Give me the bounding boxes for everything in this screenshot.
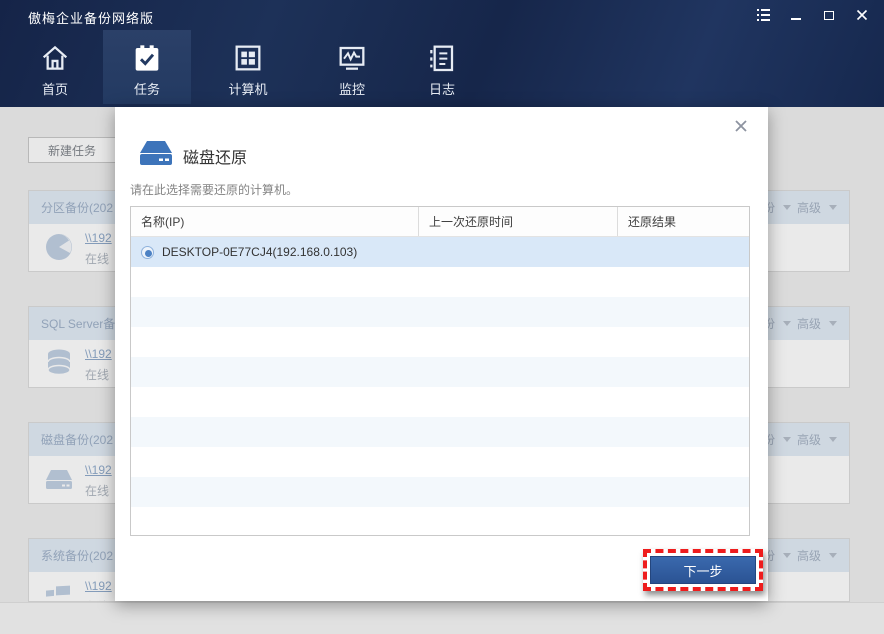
table-row-empty	[131, 507, 749, 537]
tasks-icon	[131, 42, 163, 74]
window-controls	[755, 7, 870, 23]
column-header-last-restore-time: 上一次还原时间	[418, 207, 617, 236]
logs-icon	[426, 42, 458, 74]
table-row-empty	[131, 387, 749, 417]
nav-item-tasks[interactable]: 任务	[103, 30, 191, 104]
nav-label: 计算机	[228, 79, 267, 98]
close-button[interactable]	[854, 7, 870, 23]
window-title: 傲梅企业备份网络版	[28, 8, 154, 27]
computers-table: 名称(IP) 上一次还原时间 还原结果 DESKTOP-0E77CJ4(192.…	[130, 206, 750, 536]
minimize-button[interactable]	[788, 7, 804, 23]
nav-item-home[interactable]: 首页	[11, 30, 99, 104]
nav-item-monitoring[interactable]: 监控	[308, 30, 396, 104]
table-row-empty	[131, 357, 749, 387]
table-row-empty	[131, 447, 749, 477]
monitor-icon	[336, 42, 368, 74]
table-row-computer[interactable]: DESKTOP-0E77CJ4(192.168.0.103)	[131, 237, 749, 267]
next-button[interactable]: 下一步	[650, 556, 756, 584]
nav-label: 任务	[134, 79, 160, 98]
menu-list-icon[interactable]	[755, 7, 771, 23]
table-row-empty	[131, 417, 749, 447]
app-header: 傲梅企业备份网络版	[0, 0, 884, 107]
menu-list-glyph	[757, 9, 770, 21]
main-nav: 首页 任务 计算机	[0, 30, 486, 107]
close-icon	[856, 9, 868, 21]
column-header-restore-result: 还原结果	[617, 207, 749, 236]
table-row-empty	[131, 267, 749, 297]
table-row-empty	[131, 297, 749, 327]
nav-label: 首页	[42, 79, 68, 98]
dialog-title: 磁盘还原	[183, 144, 247, 168]
disk-restore-dialog: 磁盘还原 请在此选择需要还原的计算机。 名称(IP) 上一次还原时间 还原结果 …	[115, 107, 768, 601]
radio-selected-icon[interactable]	[141, 246, 154, 259]
column-header-name-ip: 名称(IP)	[131, 207, 418, 236]
titlebar: 傲梅企业备份网络版	[0, 0, 884, 30]
computer-name-ip: DESKTOP-0E77CJ4(192.168.0.103)	[162, 245, 357, 259]
computer-icon	[232, 42, 264, 74]
disk-restore-icon	[138, 139, 174, 169]
nav-item-logs[interactable]: 日志	[398, 30, 486, 104]
table-header: 名称(IP) 上一次还原时间 还原结果	[131, 207, 749, 237]
home-icon	[39, 42, 71, 74]
table-row-empty	[131, 327, 749, 357]
dialog-close-button[interactable]	[731, 116, 751, 136]
close-icon	[734, 119, 748, 133]
table-row-empty	[131, 477, 749, 507]
table-body: DESKTOP-0E77CJ4(192.168.0.103)	[131, 237, 749, 537]
nav-label: 监控	[339, 79, 365, 98]
dialog-subtitle: 请在此选择需要还原的计算机。	[130, 181, 298, 198]
maximize-button[interactable]	[821, 7, 837, 23]
nav-item-computers[interactable]: 计算机	[204, 30, 292, 104]
nav-label: 日志	[429, 79, 455, 98]
